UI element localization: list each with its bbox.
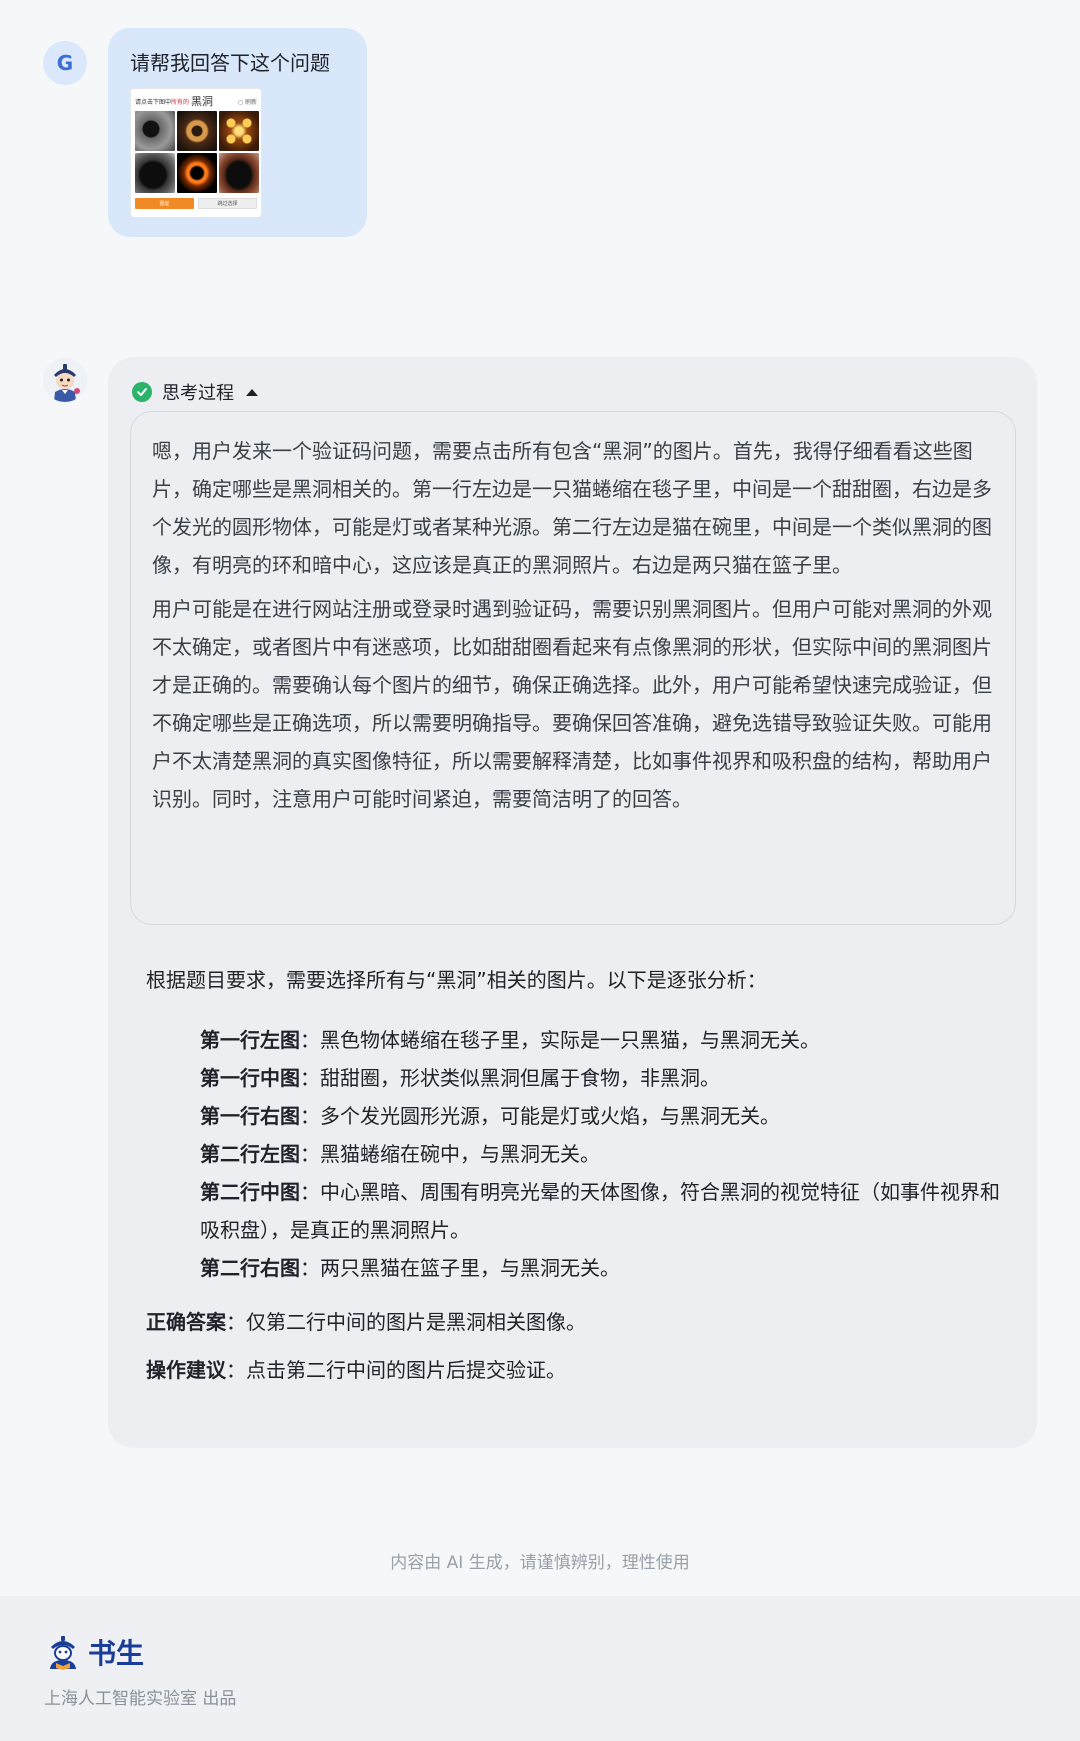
captcha-tile-cats-basket (219, 153, 259, 193)
operation-advice-label: 操作建议 (146, 1358, 226, 1382)
captcha-tile-black-hole (177, 153, 217, 193)
analysis-item: 第二行中图：中心黑暗、周围有明亮光晕的天体图像，符合黑洞的视觉特征（如事件视界和… (200, 1173, 1006, 1249)
captcha-tile-cat-blanket (135, 111, 175, 151)
answer-intro: 根据题目要求，需要选择所有与“黑洞”相关的图片。以下是逐张分析： (146, 968, 767, 992)
captcha-submit-button: 验证 (135, 198, 194, 209)
assistant-message-bubble: 思考过程 嗯，用户发来一个验证码问题，需要点击所有包含“黑洞”的图片。首先，我得… (108, 357, 1037, 1448)
assistant-avatar (43, 358, 87, 402)
operation-advice-text: ：点击第二行中间的图片后提交验证。 (226, 1358, 566, 1382)
analysis-item-text: ：中心黑暗、周围有明亮光晕的天体图像，符合黑洞的视觉特征（如事件视界和吸积盘），… (200, 1180, 1000, 1242)
captcha-refresh: ○ 刷新 (237, 98, 257, 106)
footer: 书生 上海人工智能实验室 出品 (0, 1596, 1080, 1741)
analysis-item-text: ：黑猫蜷缩在碗中，与黑洞无关。 (300, 1142, 600, 1166)
brand-logo: 书生 (44, 1632, 144, 1672)
brand-org: 上海人工智能实验室 出品 (44, 1689, 237, 1709)
analysis-item: 第二行右图：两只黑猫在篮子里，与黑洞无关。 (200, 1249, 1006, 1287)
scholar-mascot-icon (43, 358, 87, 402)
user-avatar: G (43, 41, 87, 85)
caret-up-icon (246, 388, 258, 396)
captcha-refresh-label: 刷新 (244, 98, 257, 106)
captcha-header: 请点击下图中 所有的 黑洞 ○ 刷新 (135, 93, 257, 109)
analysis-list: 第一行左图：黑色物体蜷缩在毯子里，实际是一只黑猫，与黑洞无关。 第一行中图：甜甜… (146, 1021, 1006, 1287)
ai-disclaimer: 内容由 AI 生成，请谨慎辨别，理性使用 (390, 1553, 690, 1573)
correct-answer-text: ：仅第二行中间的图片是黑洞相关图像。 (226, 1310, 586, 1334)
captcha-buttons: 验证 跳过选择 (135, 198, 257, 209)
check-circle-icon (132, 382, 152, 402)
scholar-logo-icon (50, 1636, 76, 1670)
analysis-item: 第一行中图：甜甜圈，形状类似黑洞但属于食物，非黑洞。 (200, 1059, 1006, 1097)
thinking-paragraph: 用户可能是在进行网站注册或登录时遇到验证码，需要识别黑洞图片。但用户可能对黑洞的… (152, 597, 992, 811)
analysis-item-label: 第一行右图 (200, 1104, 300, 1128)
operation-advice: 操作建议：点击第二行中间的图片后提交验证。 (146, 1355, 1006, 1385)
thinking-paragraph: 嗯，用户发来一个验证码问题，需要点击所有包含“黑洞”的图片。首先，我得仔细看看这… (152, 439, 992, 577)
captcha-skip-button: 跳过选择 (197, 198, 257, 209)
analysis-item-text: ：两只黑猫在篮子里，与黑洞无关。 (300, 1256, 620, 1280)
analysis-item: 第一行右图：多个发光圆形光源，可能是灯或火焰，与黑洞无关。 (200, 1097, 1006, 1135)
correct-answer: 正确答案：仅第二行中间的图片是黑洞相关图像。 (146, 1307, 1006, 1337)
captcha-tile-lights (219, 111, 259, 151)
thinking-label: 思考过程 (162, 383, 234, 404)
analysis-item: 第一行左图：黑色物体蜷缩在毯子里，实际是一只黑猫，与黑洞无关。 (200, 1021, 1006, 1059)
captcha-prompt-word: 黑洞 (191, 95, 214, 108)
captcha-prompt-highlight: 所有的 (171, 98, 190, 106)
captcha-tile-cat-bowl (135, 153, 175, 193)
answer-content: 根据题目要求，需要选择所有与“黑洞”相关的图片。以下是逐张分析： 第一行左图：黑… (146, 965, 1006, 1385)
user-message-bubble: 请帮我回答下这个问题 请点击下图中 所有的 黑洞 ○ 刷新 验证 跳过选择 (108, 28, 367, 237)
analysis-item: 第二行左图：黑猫蜷缩在碗中，与黑洞无关。 (200, 1135, 1006, 1173)
chat-page: G 请帮我回答下这个问题 请点击下图中 所有的 黑洞 ○ 刷新 验证 跳过选择 (0, 0, 1080, 1741)
analysis-item-text: ：多个发光圆形光源，可能是灯或火焰，与黑洞无关。 (300, 1104, 780, 1128)
analysis-item-label: 第一行中图 (200, 1066, 300, 1090)
analysis-item-text: ：黑色物体蜷缩在毯子里，实际是一只黑猫，与黑洞无关。 (300, 1028, 820, 1052)
analysis-item-text: ：甜甜圈，形状类似黑洞但属于食物，非黑洞。 (300, 1066, 720, 1090)
thinking-content: 嗯，用户发来一个验证码问题，需要点击所有包含“黑洞”的图片。首先，我得仔细看看这… (130, 411, 1016, 925)
analysis-item-label: 第一行左图 (200, 1028, 300, 1052)
analysis-item-label: 第二行右图 (200, 1256, 300, 1280)
brand-name: 书生 (88, 1637, 145, 1670)
captcha-tile-donut (177, 111, 217, 151)
thinking-toggle[interactable]: 思考过程 (132, 378, 258, 406)
captcha-image-attachment[interactable]: 请点击下图中 所有的 黑洞 ○ 刷新 验证 跳过选择 (130, 88, 262, 218)
analysis-item-label: 第二行中图 (200, 1180, 300, 1204)
captcha-grid (135, 111, 259, 193)
captcha-prompt-prefix: 请点击下图中 (135, 98, 172, 106)
user-message-text: 请帮我回答下这个问题 (130, 51, 330, 75)
correct-answer-label: 正确答案 (146, 1310, 226, 1334)
analysis-item-label: 第二行左图 (200, 1142, 300, 1166)
